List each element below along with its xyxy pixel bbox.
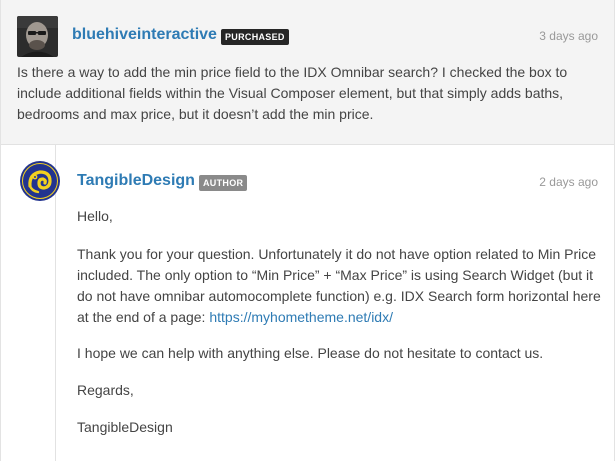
author-username-link[interactable]: TangibleDesign (77, 172, 195, 190)
avatar[interactable] (17, 16, 58, 57)
question-timestamp: 3 days ago (539, 29, 598, 43)
reply-paragraph-2: I hope we can help with anything else. P… (77, 345, 544, 361)
purchased-badge: PURCHASED (221, 29, 289, 45)
question-username-link[interactable]: bluehiveinteractive (72, 26, 217, 44)
author-badge: AUTHOR (199, 175, 248, 191)
author-avatar[interactable] (19, 160, 61, 202)
reply-timestamp: 2 days ago (539, 175, 598, 189)
question-comment: bluehiveinteractive PURCHASED 3 days ago… (1, 0, 614, 145)
reply-closing: Regards, (77, 382, 134, 398)
idx-demo-link[interactable]: https://myhometheme.net/idx/ (209, 309, 393, 325)
comment-thread: bluehiveinteractive PURCHASED 3 days ago… (0, 0, 615, 461)
question-body: Is there a way to add the min price fiel… (17, 64, 568, 122)
user-photo-icon (17, 16, 58, 57)
chameleon-logo-icon (20, 161, 60, 201)
reply-greeting: Hello, (77, 208, 113, 224)
reply-paragraph: Thank you for your question. Unfortunate… (77, 244, 602, 328)
reply-signature: TangibleDesign (77, 419, 173, 435)
